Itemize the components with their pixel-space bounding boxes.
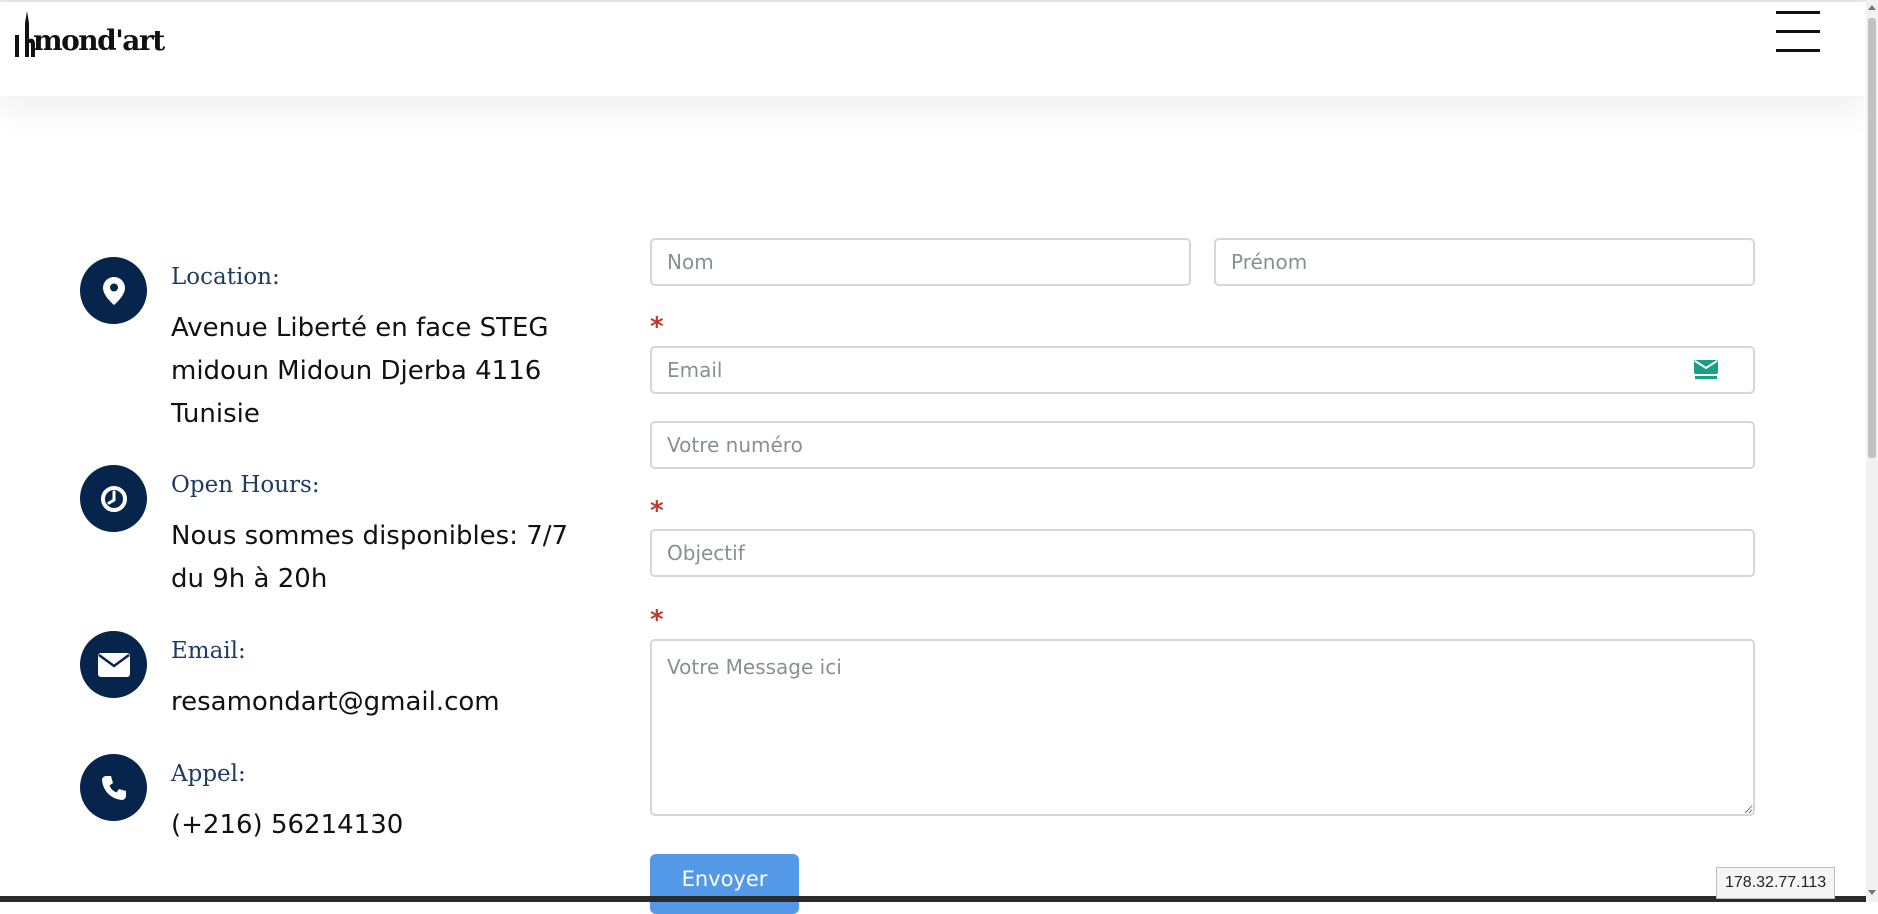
- map-pin-icon: [80, 257, 147, 324]
- scrollbar[interactable]: [1866, 0, 1878, 902]
- email-input[interactable]: [650, 346, 1755, 394]
- phone-title: Appel:: [171, 761, 246, 787]
- phone-icon: [80, 754, 147, 821]
- message-textarea[interactable]: [650, 639, 1755, 816]
- prenom-input[interactable]: [1214, 238, 1755, 286]
- required-mark-email: *: [650, 312, 664, 342]
- logo[interactable]: mond'art: [15, 7, 165, 57]
- hours-text: Nous sommes disponibles: 7/7 du 9h à 20h: [171, 521, 569, 594]
- nom-input[interactable]: [650, 238, 1191, 286]
- scroll-up-icon[interactable]: [1868, 5, 1876, 10]
- scroll-down-icon[interactable]: [1868, 890, 1876, 895]
- required-mark-message: *: [650, 605, 664, 635]
- logo-mark-icon: [15, 11, 35, 57]
- objectif-input[interactable]: [650, 529, 1755, 577]
- location-title: Location:: [171, 264, 280, 290]
- logo-text: mond'art: [33, 24, 165, 57]
- envelope-icon: [80, 631, 147, 698]
- email-text[interactable]: resamondart@gmail.com: [171, 681, 601, 724]
- site-header: mond'art: [0, 2, 1866, 96]
- hours-title: Open Hours:: [171, 472, 320, 498]
- clock-icon: [80, 465, 147, 532]
- phone-text[interactable]: (+216) 56214130: [171, 804, 601, 847]
- numero-input[interactable]: [650, 421, 1755, 469]
- location-text: Avenue Liberté en face STEG midoun Midou…: [171, 313, 549, 429]
- email-title: Email:: [171, 638, 246, 664]
- hamburger-menu-icon[interactable]: [1776, 11, 1822, 53]
- ip-address-tooltip: 178.32.77.113: [1716, 867, 1836, 899]
- required-mark-objectif: *: [650, 496, 664, 526]
- envoyer-button[interactable]: Envoyer: [650, 854, 799, 914]
- scroll-thumb[interactable]: [1868, 18, 1876, 458]
- footer-image-strip: [0, 896, 1866, 902]
- temp-mail-icon[interactable]: [1693, 359, 1719, 381]
